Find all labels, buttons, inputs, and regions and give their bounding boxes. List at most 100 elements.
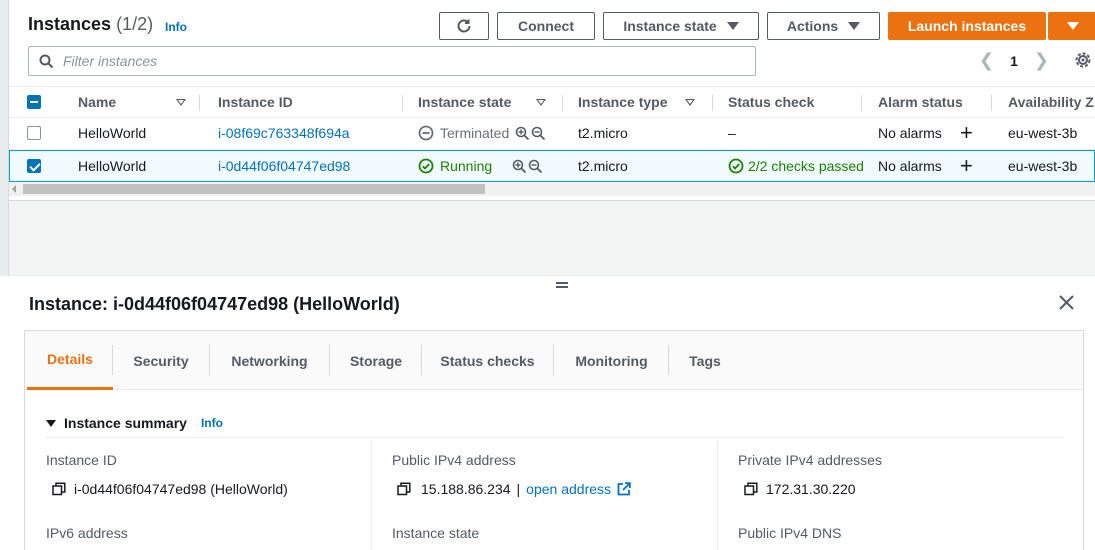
cell-alarm-status: No alarms (878, 158, 942, 174)
zoom-in-icon[interactable] (515, 126, 530, 141)
tab-status-checks[interactable]: Status checks (422, 331, 553, 390)
instance-id-value: i-0d44f06f04747ed98 (HelloWorld) (52, 481, 288, 497)
instance-summary-header[interactable]: Instance summary Info (46, 415, 223, 431)
current-page[interactable]: 1 (1010, 53, 1018, 69)
column-divider (199, 95, 200, 111)
tab-storage[interactable]: Storage (330, 331, 422, 390)
tab-monitoring[interactable]: Monitoring (554, 331, 669, 390)
copy-icon[interactable] (397, 482, 411, 496)
cell-status-check: 2/2 checks passed (728, 151, 864, 181)
actions-dropdown[interactable]: Actions (767, 12, 880, 40)
column-divider (371, 441, 372, 550)
row-checkbox-checked[interactable] (27, 159, 41, 173)
tab-details[interactable]: Details (27, 331, 113, 390)
sort-caret-icon[interactable] (176, 99, 186, 106)
info-link[interactable]: Info (201, 416, 223, 430)
detail-title: Instance: i-0d44f06f04747ed98 (HelloWorl… (29, 294, 400, 314)
connect-button[interactable]: Connect (497, 12, 595, 40)
scrollbar-thumb[interactable] (23, 184, 485, 194)
column-divider (562, 95, 563, 111)
cell-name: HelloWorld (78, 125, 147, 141)
close-icon[interactable] (1058, 294, 1075, 311)
add-alarm-plus-icon[interactable]: + (960, 151, 973, 181)
left-edge-gutter (0, 0, 9, 275)
page-title: Instances (1/2) (28, 14, 153, 35)
search-icon (39, 54, 54, 68)
column-header-name[interactable]: Name (78, 87, 116, 117)
zoom-out-icon[interactable] (528, 159, 543, 174)
tab-networking[interactable]: Networking (210, 331, 329, 390)
cell-name: HelloWorld (78, 158, 147, 174)
private-ipv4-value: 172.31.30.220 (744, 481, 856, 497)
column-divider (717, 441, 718, 550)
tab-tags[interactable]: Tags (669, 331, 741, 390)
refresh-icon (457, 19, 471, 33)
zoom-in-icon[interactable] (512, 159, 527, 174)
launch-instances-dropdown[interactable] (1048, 12, 1095, 40)
info-link[interactable]: Info (165, 20, 187, 34)
select-all-checkbox[interactable] (27, 95, 41, 109)
row-select-cell (27, 151, 41, 181)
cell-instance-state: Terminated (418, 118, 546, 148)
refresh-button[interactable] (439, 12, 489, 40)
column-header-alarm-status[interactable]: Alarm status (878, 87, 963, 117)
row-select-cell (27, 118, 41, 148)
page-title-text: Instances (28, 14, 112, 34)
select-all-cell (27, 87, 41, 117)
actions-label: Actions (786, 18, 839, 34)
check-circle-icon (418, 158, 434, 174)
horizontal-scrollbar[interactable] (9, 182, 1095, 196)
sort-caret-icon[interactable] (685, 99, 695, 106)
instance-summary-title: Instance summary (64, 415, 187, 431)
copy-icon[interactable] (744, 482, 758, 496)
caret-down-icon (1067, 22, 1079, 30)
cell-instance-id-link[interactable]: i-0d44f06f04747ed98 (218, 151, 350, 181)
column-header-instance-state[interactable]: Instance state (418, 87, 511, 117)
column-divider (861, 95, 862, 111)
pagination: ❮ 1 ❯ (979, 50, 1049, 71)
check-circle-icon (728, 158, 744, 174)
table-row-selected[interactable]: HelloWorld i-0d44f06f04747ed98 Running t… (9, 150, 1095, 182)
chevron-right-icon[interactable]: ❯ (1034, 50, 1049, 71)
detail-tab-card: Details Security Networking Storage Stat… (24, 330, 1084, 550)
terminated-icon (418, 125, 434, 141)
chevron-left-icon[interactable]: ❮ (979, 50, 994, 71)
section-divider (46, 437, 1064, 438)
filter-bar (28, 46, 756, 76)
column-header-availability-zone[interactable]: Availability Z (1008, 87, 1095, 117)
tab-security[interactable]: Security (113, 331, 209, 390)
instance-id-text: i-0d44f06f04747ed98 (HelloWorld) (74, 481, 288, 497)
copy-icon[interactable] (52, 482, 66, 496)
table-row[interactable]: HelloWorld i-08f69c763348f694a Terminate… (9, 118, 1095, 150)
column-header-instance-id[interactable]: Instance ID (218, 87, 293, 117)
caret-down-icon (726, 22, 739, 30)
column-divider (991, 95, 992, 111)
launch-instances-button[interactable]: Launch instances (888, 12, 1046, 40)
row-checkbox[interactable] (27, 126, 41, 140)
instance-state-label: Instance state (392, 525, 480, 541)
open-address-link[interactable]: open address (526, 481, 611, 497)
filter-instances-input[interactable] (63, 53, 713, 69)
column-header-status-check[interactable]: Status check (728, 87, 814, 117)
add-alarm-plus-icon[interactable]: + (960, 118, 973, 148)
selection-count: (1/2) (116, 14, 154, 34)
cell-availability-zone: eu-west-3b (1008, 158, 1078, 174)
external-link-icon[interactable] (617, 482, 631, 496)
instance-state-label: Instance state (623, 18, 717, 34)
state-text: Terminated (440, 125, 510, 141)
cell-availability-zone: eu-west-3b (1008, 125, 1078, 141)
state-text: Running (440, 158, 493, 174)
cell-instance-id-link[interactable]: i-08f69c763348f694a (218, 118, 350, 148)
gear-icon[interactable] (1073, 50, 1093, 70)
sort-caret-icon[interactable] (536, 99, 546, 106)
cell-instance-state: Running (418, 151, 543, 181)
instances-panel: Instances (1/2) Info Connect Instance st… (9, 0, 1095, 200)
cell-status-check: – (728, 125, 736, 141)
resize-handle-icon[interactable] (556, 282, 568, 288)
instance-state-dropdown[interactable]: Instance state (603, 12, 759, 40)
instance-detail-panel: Instance: i-0d44f06f04747ed98 (HelloWorl… (0, 275, 1095, 550)
zoom-out-icon[interactable] (531, 126, 546, 141)
cell-instance-type: t2.micro (578, 158, 628, 174)
scroll-left-arrow-icon[interactable] (12, 185, 16, 193)
column-header-instance-type[interactable]: Instance type (578, 87, 667, 117)
